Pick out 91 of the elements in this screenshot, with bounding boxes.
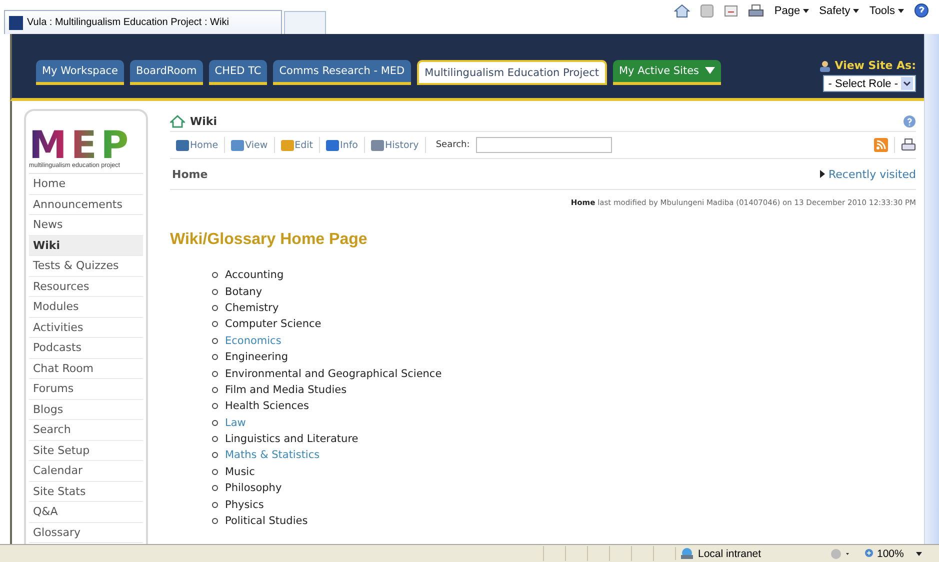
view-site-as-label: View Site As:	[818, 59, 916, 72]
glossary-link[interactable]: Law	[225, 416, 246, 429]
toolbar-link[interactable]: Info	[326, 140, 358, 150]
sidebar-item[interactable]: Resources	[29, 276, 143, 297]
scrollbar[interactable]	[924, 34, 939, 544]
glossary-item: Physics	[225, 498, 264, 511]
bullet-icon	[212, 370, 218, 377]
bullet-icon	[212, 452, 218, 458]
search-field[interactable]	[476, 137, 612, 153]
site-tab[interactable]: CHED TC	[208, 60, 268, 85]
sidebar-item[interactable]: Search	[29, 420, 143, 440]
toolbar-link[interactable]: Home	[176, 140, 218, 150]
glossary-item: Music	[225, 466, 255, 478]
site-tab[interactable]: Comms Research - MED	[273, 60, 411, 85]
bullet-icon	[212, 436, 218, 442]
network-icon	[679, 547, 695, 560]
bullet-icon	[212, 338, 218, 344]
browser-tab[interactable]: Vula : Multilingualism Education Project : Wiki	[4, 10, 282, 34]
bullet-icon	[212, 485, 218, 492]
bullet-icon	[212, 288, 218, 295]
bullet-icon	[212, 403, 218, 410]
bullet-icon	[212, 518, 218, 524]
bullet-icon	[212, 386, 218, 393]
breadcrumb: Home	[172, 168, 208, 180]
search-label: Search:	[436, 140, 470, 150]
sidebar-item[interactable]: Chat Room	[29, 358, 143, 379]
tab-title: Vula : Multilingualism Education Project : Wiki	[27, 17, 229, 28]
caret-icon	[705, 67, 716, 74]
sidebar-item[interactable]: Site Stats	[29, 482, 143, 502]
toolbar-link[interactable]: Edit	[280, 140, 314, 150]
glossary-item: Film and Media Studies	[225, 384, 347, 396]
bullet-icon	[212, 468, 218, 475]
caret-icon[interactable]	[916, 552, 922, 556]
security-zone: Local intranet	[675, 547, 814, 560]
zoom-icon	[864, 548, 875, 559]
sidebar-item[interactable]: Site Setup	[29, 440, 143, 461]
bullet-icon	[212, 321, 218, 328]
glossary-item: Engineering	[225, 351, 288, 364]
glossary-item: Health Sciences	[225, 400, 309, 412]
print-icon[interactable]	[901, 138, 916, 152]
glossary-item: Accounting	[225, 269, 284, 282]
toolbar-menu[interactable]: Tools	[869, 4, 904, 16]
glossary-link[interactable]: Maths & Statistics	[225, 449, 320, 462]
glossary-item: Philosophy	[225, 482, 282, 494]
glossary-item: Linguistics and Literature	[225, 433, 358, 446]
person-icon	[818, 60, 832, 72]
toolbar-menu[interactable]: Page	[774, 4, 810, 16]
bullet-icon	[212, 304, 218, 311]
toolbar-link[interactable]: History	[371, 140, 419, 150]
sidebar-item[interactable]: Wiki	[29, 236, 143, 256]
caret-icon	[853, 8, 860, 12]
sidebar-item[interactable]: Blogs	[29, 400, 143, 420]
triangle-icon	[820, 170, 825, 178]
site-tab[interactable]: Multilingualism Education Project	[416, 60, 607, 85]
bullet-icon	[212, 354, 218, 360]
home-icon	[170, 114, 185, 128]
caret-icon	[803, 8, 810, 12]
sidebar-item[interactable]: Tests & Quizzes	[29, 256, 143, 276]
sidebar-item[interactable]: Podcasts	[29, 338, 143, 358]
glossary-item: Environmental and Geographical Science	[225, 368, 442, 380]
zoom-level[interactable]: 100%	[864, 548, 904, 560]
sidebar-item[interactable]: Announcements	[29, 194, 143, 215]
page-heading: Wiki/Glossary Home Page	[170, 231, 368, 249]
tool-title: Wiki	[170, 114, 217, 128]
bullet-icon	[212, 272, 218, 278]
glossary-item: Chemistry	[225, 302, 279, 314]
print-icon[interactable]	[748, 4, 764, 18]
sidebar-item[interactable]: Calendar	[29, 461, 143, 482]
home-icon[interactable]	[674, 4, 690, 18]
site-logo-icon	[9, 16, 23, 30]
toolbar-link[interactable]: View	[231, 140, 268, 150]
sidebar-item[interactable]: Glossary	[29, 522, 143, 543]
glossary-item: Political Studies	[225, 515, 308, 528]
recently-visited-link[interactable]: Recently visited	[820, 168, 916, 180]
sidebar-item[interactable]: Q&A	[29, 502, 143, 522]
site-tab[interactable]: My Active Sites	[612, 60, 722, 85]
toolbar-menu[interactable]: Safety	[819, 4, 860, 16]
sidebar-item[interactable]: Activities	[29, 318, 143, 338]
glossary-link[interactable]: Economics	[225, 334, 282, 347]
site-tab[interactable]: My Workspace	[36, 60, 124, 85]
sidebar-item[interactable]: Home	[29, 174, 143, 194]
sidebar-item[interactable]: Forums	[29, 379, 143, 400]
bullet-icon	[212, 420, 218, 426]
role-select[interactable]: - Select Role -	[823, 75, 916, 92]
help-icon[interactable]	[914, 3, 929, 18]
glossary-item: Computer Science	[225, 318, 322, 330]
sidebar-item[interactable]: Modules	[29, 297, 143, 318]
caret-icon	[898, 8, 904, 12]
bullet-icon	[212, 502, 218, 508]
glossary-item: Botany	[225, 286, 262, 298]
site-tab[interactable]: BoardRoom	[130, 60, 203, 85]
